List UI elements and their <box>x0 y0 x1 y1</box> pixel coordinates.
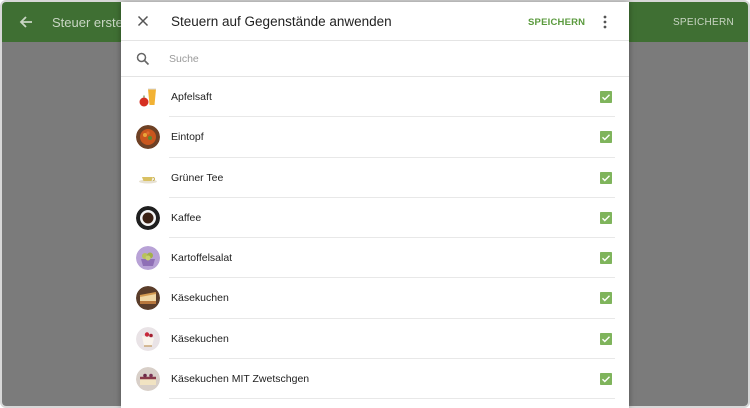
list-item[interactable]: Käsekuchen <box>121 319 629 360</box>
item-label: Eintopf <box>171 131 204 144</box>
list-item[interactable]: Kaffee <box>121 198 629 239</box>
item-label: Apfelsaft <box>171 91 212 103</box>
item-label: Kaffee <box>171 211 202 224</box>
tea-image <box>136 165 160 190</box>
item-label: Käsekuchen <box>171 292 229 305</box>
list-item[interactable]: Kartoffelsalat <box>121 238 629 279</box>
checkbox-checked-icon[interactable] <box>600 211 612 224</box>
background-save-button[interactable]: SPEICHERN <box>673 17 734 28</box>
item-list: Apfelsaft Eintopf Grüner Tee Kaffee Kart… <box>121 77 629 400</box>
save-button[interactable]: SPEICHERN <box>528 17 585 28</box>
checkbox-checked-icon[interactable] <box>600 91 612 103</box>
coffee-image <box>136 205 160 230</box>
stew-image <box>136 125 160 150</box>
list-item[interactable]: Eintopf <box>121 117 629 158</box>
checkbox-checked-icon[interactable] <box>600 131 612 144</box>
dialog-title: Steuern auf Gegenstände anwenden <box>171 14 392 29</box>
close-icon[interactable] <box>135 13 151 29</box>
checkbox-checked-icon[interactable] <box>600 171 612 184</box>
item-label: Kartoffelsalat <box>171 252 233 265</box>
back-arrow-icon[interactable] <box>16 12 36 32</box>
list-item[interactable]: Apfelsaft <box>121 77 629 118</box>
list-item[interactable]: Käsekuchen <box>121 278 629 319</box>
cheesecake-image <box>136 326 160 351</box>
list-item[interactable]: Grüner Tee <box>121 158 629 198</box>
search-input[interactable] <box>169 49 589 69</box>
potato-salad-image <box>136 246 160 271</box>
cheesecake-image <box>136 286 160 311</box>
checkbox-checked-icon[interactable] <box>600 292 612 305</box>
row-divider <box>169 398 615 400</box>
plum-cheesecake-image <box>136 367 160 392</box>
item-label: Grüner Tee <box>171 171 224 184</box>
dialog-header: Steuern auf Gegenstände anwenden SPEICHE… <box>121 2 629 41</box>
checkbox-checked-icon[interactable] <box>600 373 612 386</box>
more-options-icon[interactable] <box>599 13 611 31</box>
item-label: Käsekuchen <box>171 332 229 345</box>
search-icon <box>136 52 150 66</box>
search-bar <box>121 41 629 77</box>
list-item[interactable]: Käsekuchen MIT Zwetschgen <box>121 359 629 400</box>
juice-image <box>136 85 160 109</box>
checkbox-checked-icon[interactable] <box>600 332 612 345</box>
checkbox-checked-icon[interactable] <box>600 252 612 265</box>
item-label: Käsekuchen MIT Zwetschgen <box>171 373 310 386</box>
apply-taxes-dialog: Steuern auf Gegenstände anwenden SPEICHE… <box>121 2 629 408</box>
